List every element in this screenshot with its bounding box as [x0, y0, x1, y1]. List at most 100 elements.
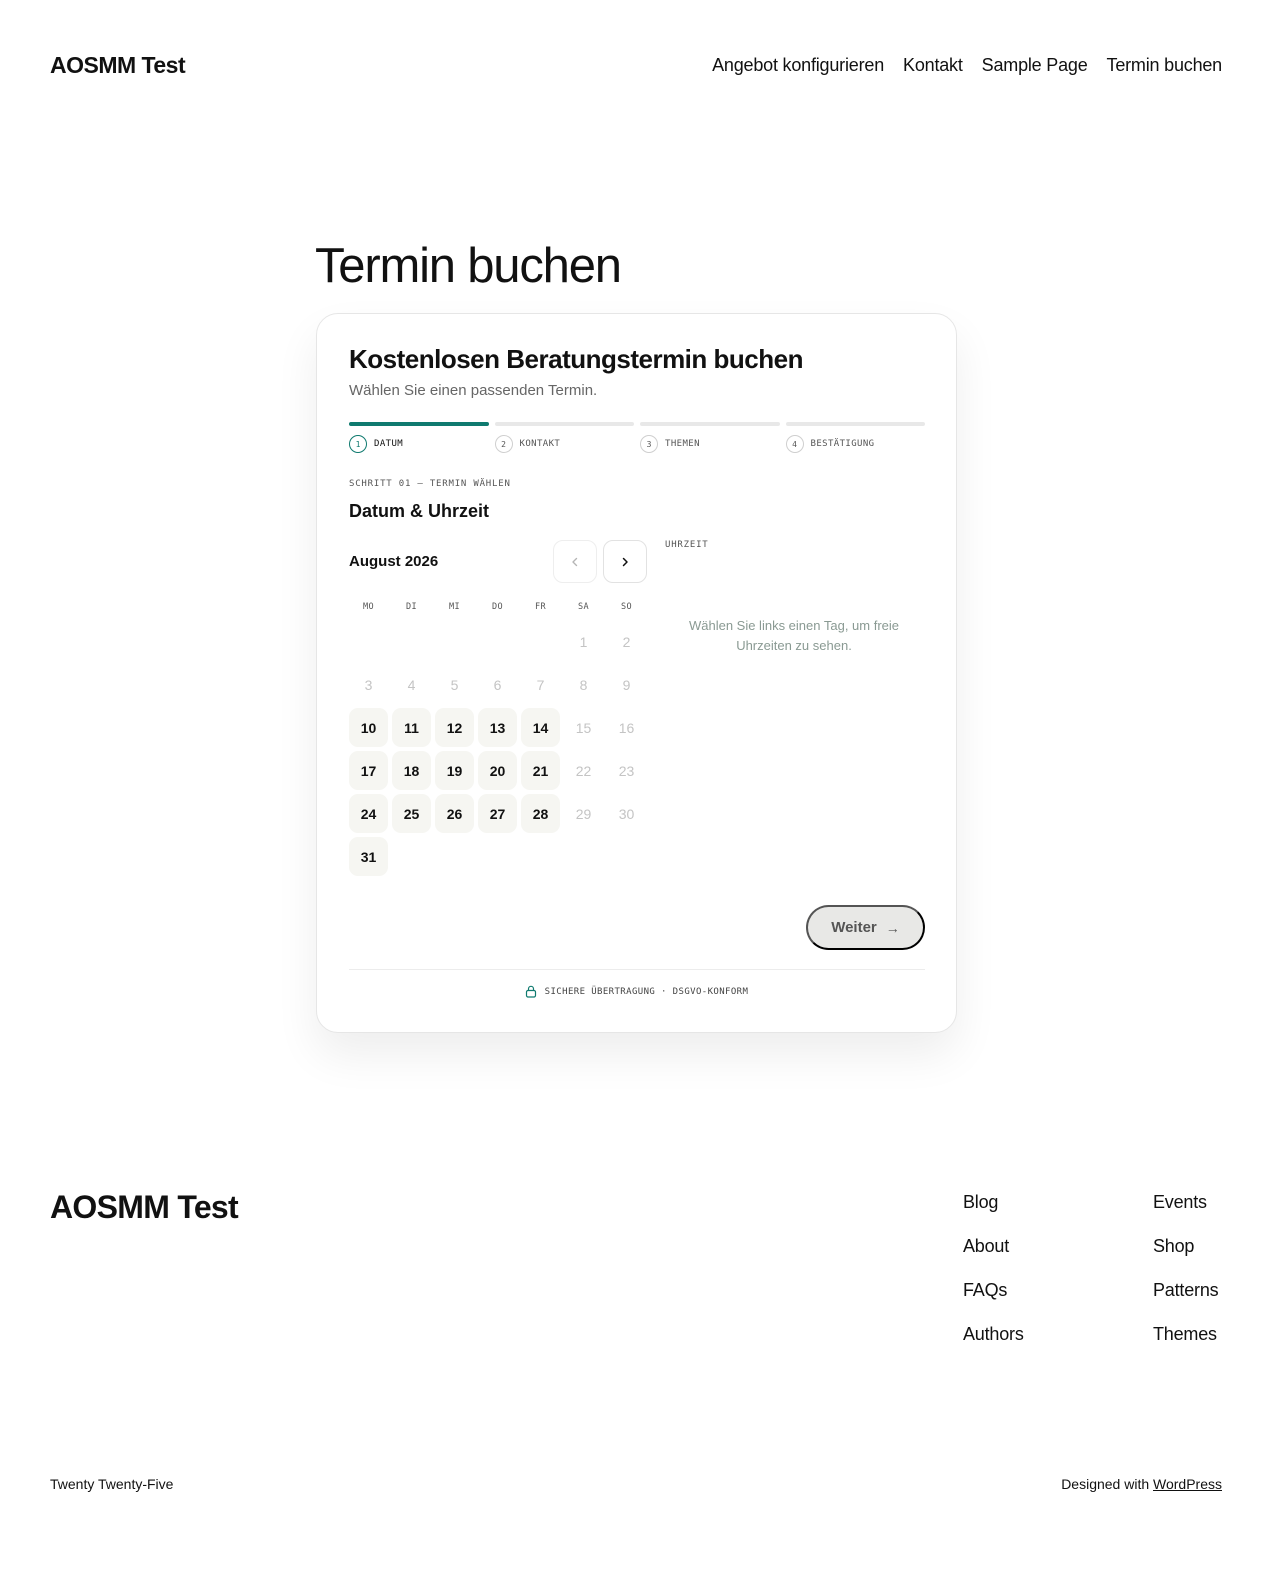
calendar-day[interactable]: 26 — [435, 794, 474, 833]
time-hint: Wählen Sie links einen Tag, um freie Uhr… — [688, 618, 900, 653]
calendar-day: 8 — [579, 676, 588, 693]
step-kicker: SCHRITT 01 — TERMIN WÄHLEN — [349, 479, 511, 489]
calendar-day[interactable]: 19 — [435, 751, 474, 790]
step-kontakt: 2 KONTAKT — [494, 422, 635, 453]
footer-link-about[interactable]: About — [963, 1234, 1024, 1258]
calendar-day[interactable]: 17 — [349, 751, 388, 790]
nav-link-angebot-konfigurieren[interactable]: Angebot konfigurieren — [712, 55, 884, 76]
footer-link-authors[interactable]: Authors — [963, 1322, 1024, 1346]
calendar-day[interactable]: 24 — [349, 794, 388, 833]
weekday-label: SO — [620, 602, 633, 612]
step-label-row: 4 BESTÄTIGUNG — [785, 435, 926, 453]
calendar-day[interactable]: 20 — [478, 751, 517, 790]
step-label: KONTAKT — [519, 439, 561, 449]
footer-designed-with: Designed with — [1061, 1476, 1150, 1492]
calendar-weekdays: MO DI MI DO FR SA SO — [349, 602, 649, 612]
weekday-label: FR — [534, 602, 547, 612]
step-number: 4 — [785, 435, 804, 453]
next-month-button[interactable] — [603, 540, 647, 583]
booking-subtitle: Wählen Sie einen passenden Termin. — [349, 382, 598, 399]
calendar-day[interactable]: 25 — [392, 794, 431, 833]
section-title: Datum & Uhrzeit — [349, 501, 490, 521]
step-datum: 1 DATUM — [349, 422, 489, 453]
step-progress: 1 DATUM 2 KONTAKT 3 THEMEN 4 BESTÄTIGUNG — [349, 422, 925, 453]
footer-nav-column-1: Blog About FAQs Authors — [963, 1190, 1024, 1346]
step-label: BESTÄTIGUNG — [810, 439, 875, 449]
calendar-days: 1 2 3 4 5 6 7 8 9 10 11 12 13 14 15 16 17 18 19 20 21 22 23 24 2… — [349, 622, 646, 876]
calendar-day[interactable]: 11 — [392, 708, 431, 747]
calendar-day[interactable]: 12 — [435, 708, 474, 747]
step-number: 1 — [349, 435, 367, 453]
chevron-right-icon — [622, 557, 628, 566]
step-bar — [349, 422, 489, 426]
calendar-day: 6 — [493, 676, 502, 693]
calendar-day[interactable]: 21 — [521, 751, 560, 790]
calendar-day: 4 — [407, 676, 416, 693]
chevron-left-icon — [572, 557, 578, 566]
step-label: THEMEN — [665, 439, 700, 449]
calendar-day[interactable]: 31 — [349, 837, 388, 876]
calendar-day: 3 — [364, 676, 373, 693]
card-divider — [349, 969, 925, 970]
footer-site-title[interactable]: AOSMM Test — [50, 1189, 239, 1226]
calendar-month-label: August 2026 — [349, 553, 439, 570]
main-nav: Angebot konfigurieren Kontakt Sample Pag… — [712, 55, 1222, 76]
previous-month-button[interactable] — [553, 540, 597, 583]
step-bestaetigung: 4 BESTÄTIGUNG — [785, 422, 926, 453]
calendar-day: 2 — [622, 633, 631, 650]
next-step-button[interactable]: Weiter → — [806, 905, 925, 950]
footer-theme-name: Twenty Twenty-Five — [50, 1476, 174, 1492]
calendar-blank-cell — [435, 622, 474, 661]
calendar-day[interactable]: 18 — [392, 751, 431, 790]
footer-link-faqs[interactable]: FAQs — [963, 1278, 1024, 1302]
calendar-day[interactable]: 14 — [521, 708, 560, 747]
secure-note: SICHERE ÜBERTRAGUNG · DSGVO-KONFORM — [317, 985, 956, 998]
calendar-day: 22 — [575, 762, 592, 779]
calendar-day: 23 — [618, 762, 635, 779]
weekday-label: DI — [405, 602, 418, 612]
calendar-day: 16 — [618, 719, 635, 736]
footer-wordpress-link[interactable]: WordPress — [1153, 1476, 1222, 1492]
footer-link-patterns[interactable]: Patterns — [1153, 1278, 1219, 1302]
page-title: Termin buchen — [315, 239, 622, 293]
weekday-label: MO — [362, 602, 375, 612]
footer-link-shop[interactable]: Shop — [1153, 1234, 1218, 1258]
step-bar — [494, 422, 634, 426]
booking-title: Kostenlosen Beratungstermin buchen — [349, 344, 803, 374]
time-label: UHRZEIT — [665, 540, 709, 550]
weekday-label: MI — [448, 602, 461, 612]
site-title[interactable]: AOSMM Test — [50, 52, 186, 79]
step-label-row: 3 THEMEN — [640, 435, 780, 453]
calendar-blank-cell — [478, 622, 517, 661]
nav-link-sample-page[interactable]: Sample Page — [982, 55, 1088, 76]
weekday-label: DO — [491, 602, 504, 612]
step-label-row: 1 DATUM — [349, 435, 489, 453]
nav-link-kontakt[interactable]: Kontakt — [903, 55, 963, 76]
calendar-blank-cell — [349, 622, 388, 661]
arrow-right-icon: → — [885, 919, 900, 936]
calendar-day[interactable]: 13 — [478, 708, 517, 747]
calendar-blank-cell — [521, 622, 560, 661]
step-number: 2 — [494, 435, 513, 453]
step-label-row: 2 KONTAKT — [494, 435, 635, 453]
step-bar — [640, 422, 780, 426]
calendar-day[interactable]: 28 — [521, 794, 560, 833]
calendar-day: 15 — [575, 719, 592, 736]
lock-icon — [525, 985, 536, 998]
calendar-day: 29 — [575, 805, 592, 822]
footer-link-blog[interactable]: Blog — [963, 1190, 1024, 1214]
calendar-day: 7 — [536, 676, 545, 693]
calendar-day: 9 — [622, 676, 631, 693]
step-themen: 3 THEMEN — [640, 422, 780, 453]
calendar-day[interactable]: 27 — [478, 794, 517, 833]
calendar-day[interactable]: 10 — [349, 708, 388, 747]
calendar-day: 5 — [450, 676, 459, 693]
footer-nav-column-2: Events Shop Patterns Themes — [1153, 1190, 1219, 1346]
footer-link-themes[interactable]: Themes — [1153, 1322, 1218, 1346]
nav-link-termin-buchen[interactable]: Termin buchen — [1107, 55, 1223, 76]
calendar-day: 30 — [618, 805, 635, 822]
step-bar — [785, 422, 925, 426]
footer-link-events[interactable]: Events — [1153, 1190, 1218, 1214]
secure-note-text: SICHERE ÜBERTRAGUNG · DSGVO-KONFORM — [544, 986, 749, 997]
calendar-blank-cell — [392, 622, 431, 661]
